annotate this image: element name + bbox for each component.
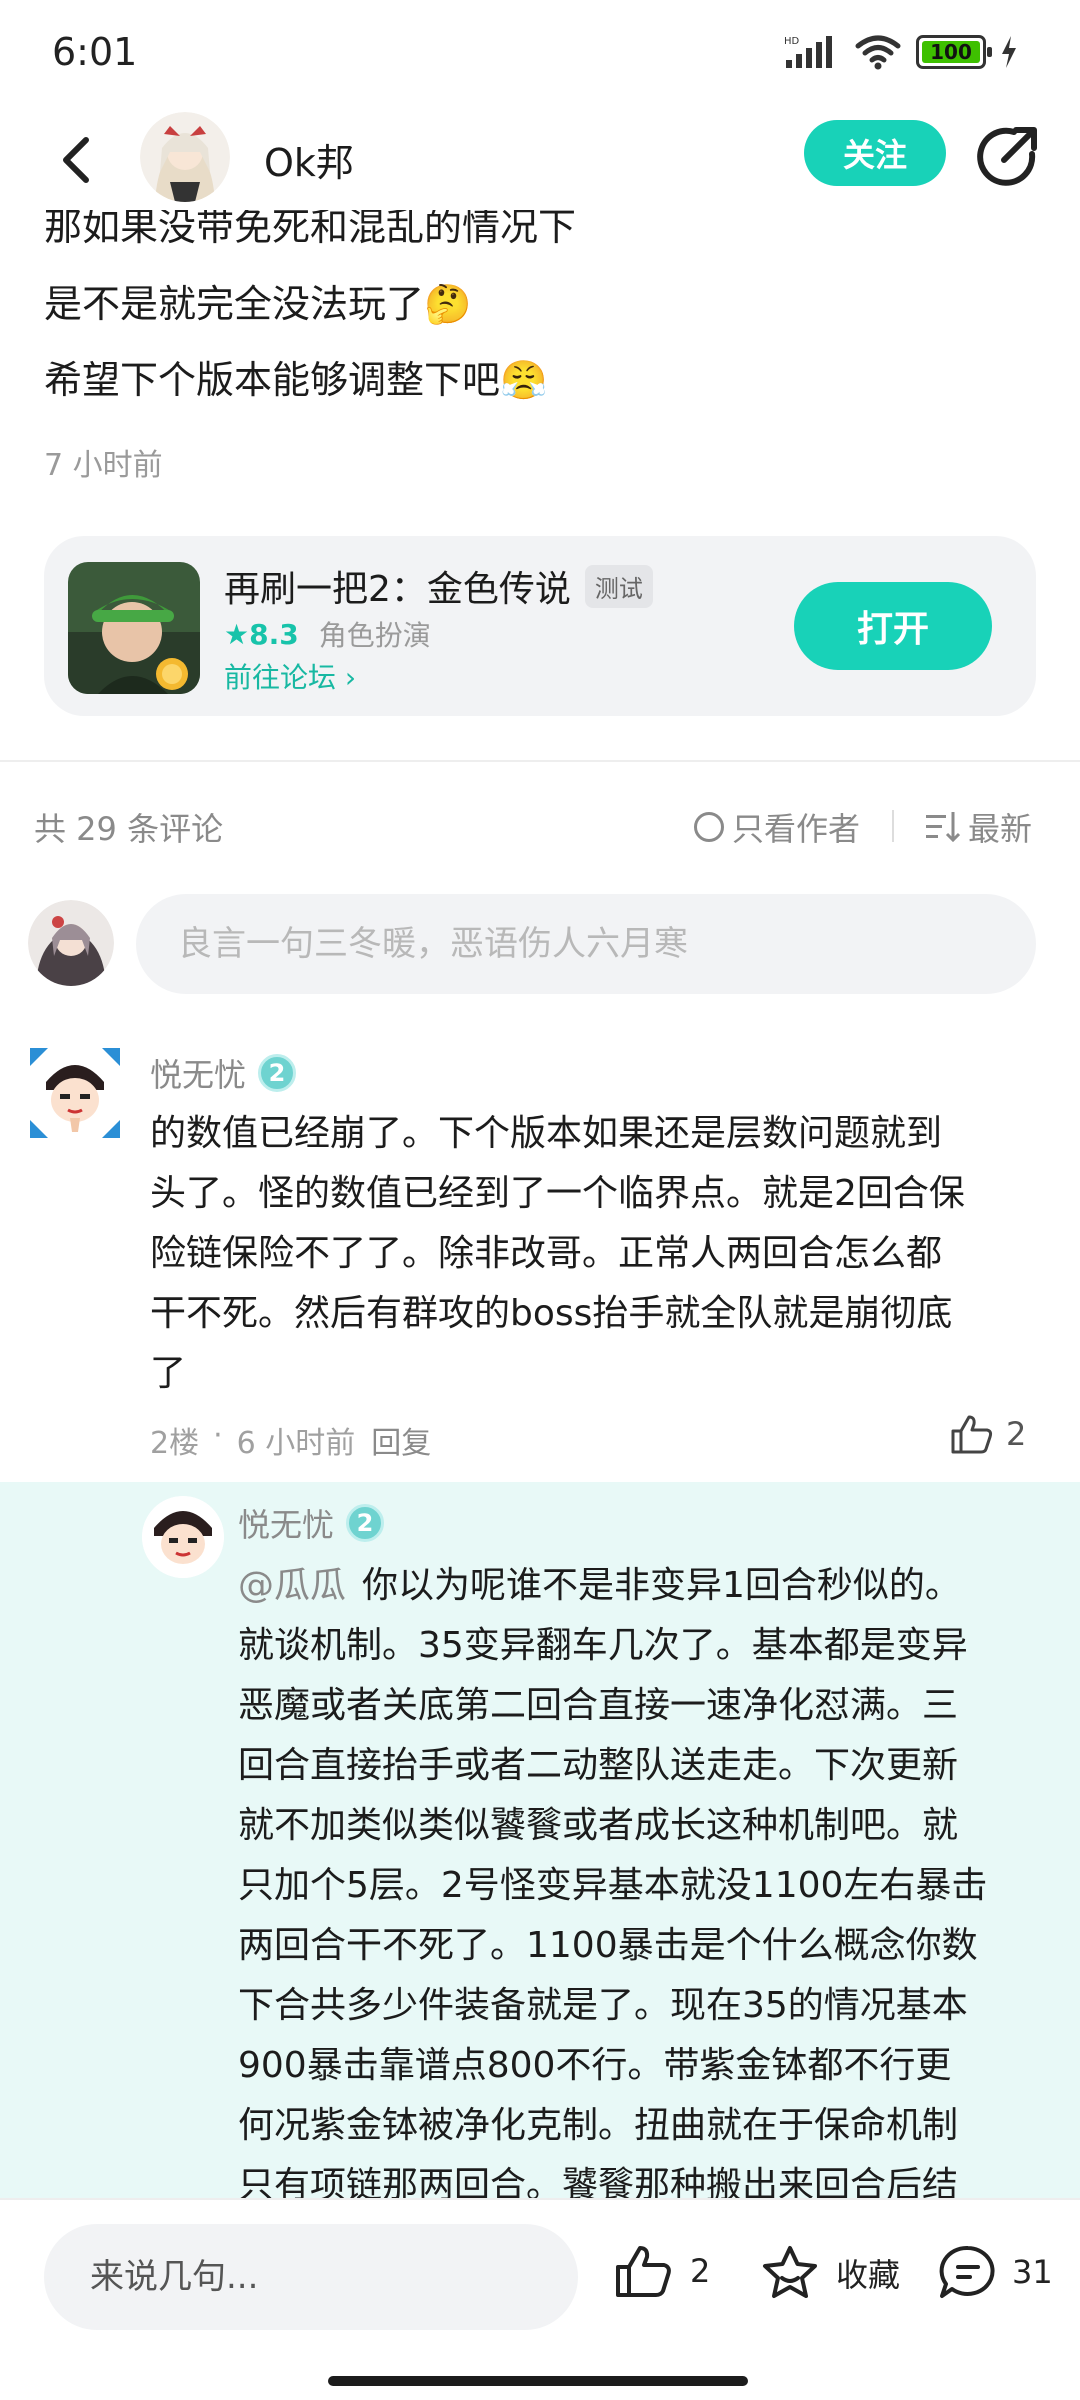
comment-like-count: 2 [1006,1415,1027,1453]
comment-line: 的数值已经崩了。下个版本如果还是层数问题就到 [150,1113,943,1154]
share-icon[interactable] [974,124,1040,190]
favorite-button[interactable]: 收藏 [760,2244,900,2302]
radio-circle-icon [694,812,724,842]
reply-line: 900暴击靠谱点800不行。带紫金钵都不行更 [238,2045,952,2086]
reply-line: 就不加类似类似饕餮或者成长这种机制吧。就 [238,1805,959,1846]
home-indicator[interactable] [328,2376,748,2386]
game-genre: 角色扮演 [318,619,431,652]
reply-line: 只有项链那两回合。饕餮那种搬出来回合后结 [238,2165,959,2200]
author-avatar[interactable] [140,112,230,202]
thumbs-up-icon [616,2246,671,2297]
replier-name[interactable]: 悦无忧 [238,1500,334,1546]
status-bar: 6:01 HD 100 [0,0,1080,110]
level-badge: 2 [258,1054,297,1092]
reply-line: 就谈机制。35变异翻车几次了。基本都是变异 [238,1625,968,1666]
reply-line: 何况紫金钵被净化克制。扭曲就在于保命机制 [238,2105,959,2146]
post-content: 那如果没带免死和混乱的情况下 是不是就完全没法玩了🤔 希望下个版本能够调整下吧😤 [44,190,1034,418]
comment-meta: 2楼 · 6 小时前 回复 [150,1418,431,1462]
post-like-button[interactable]: 2 [614,2244,710,2298]
game-title-row: 再刷一把2：金色传说 测试 [224,560,653,612]
bottom-bar: 2 收藏 31 [0,2198,1080,2400]
reply-line: 只加个5层。2号怪变异基本就没1100左右暴击 [238,1865,988,1906]
rating-value: 8.3 [249,617,299,651]
floor-number: 2楼 [150,1426,200,1461]
comments-count: 31 [1012,2253,1053,2291]
rating: ★8.3 [224,618,299,651]
favorite-label: 收藏 [836,2256,901,2294]
comment-line: 了 [150,1353,187,1394]
thumbs-up-icon [951,1415,993,1454]
divider [0,760,1080,762]
replier-info: 悦无忧 2 [238,1500,385,1546]
comment-time: 6 小时前 [236,1426,356,1461]
bottom-comment-input[interactable] [44,2224,578,2330]
reply-line: 恶魔或者关底第二回合直接一速净化怼满。三 [238,1685,959,1726]
comments-button[interactable]: 31 [938,2244,1053,2300]
mention-link[interactable]: @瓜瓜 [238,1565,346,1606]
battery-level: 100 [930,40,972,64]
comment-line: 头了。怪的数值已经到了一个临界点。就是2回合保 [150,1173,965,1214]
comment-input[interactable] [136,894,1036,994]
sort-icon [926,812,960,842]
post-like-count: 2 [690,2252,711,2290]
test-tag: 测试 [584,564,653,608]
charging-icon [1002,36,1016,68]
star-icon [763,2246,817,2298]
only-author-toggle[interactable]: 只看作者 [694,804,860,850]
sort-label: 最新 [968,810,1033,848]
wifi-icon [855,35,901,70]
game-rating-row: ★8.3 角色扮演 [224,614,431,654]
comments-header: 共 29 条评论 只看作者 最新 [34,804,1044,854]
forum-link-label: 前往论坛 [224,661,337,694]
replier-avatar[interactable] [142,1496,224,1578]
separator [892,810,894,842]
star-icon: ★ [224,617,250,651]
level-badge: 2 [346,1504,385,1542]
reply-text: @瓜瓜 你以为呢谁不是非变异1回合秒似的。 就谈机制。35变异翻车几次了。基本都是… [238,1556,1038,2200]
svg-text:HD: HD [784,36,800,47]
reply-block: 悦无忧 2 @瓜瓜 你以为呢谁不是非变异1回合秒似的。 就谈机制。35变异翻车几次… [0,1482,1080,2200]
game-title[interactable]: 再刷一把2：金色传说 [224,560,571,612]
game-icon[interactable] [68,562,200,694]
commenter-info: 悦无忧 2 [150,1050,297,1096]
comment-count: 共 29 条评论 [34,810,224,848]
comment-line: 干不死。然后有群攻的boss抬手就全队就是崩彻底 [150,1293,953,1334]
commenter-name[interactable]: 悦无忧 [150,1050,246,1096]
reply-line: 两回合干不死了。1100暴击是个什么概念你数 [238,1925,978,1966]
follow-button[interactable]: 关注 [804,120,946,186]
status-icons: HD 100 [784,34,1018,70]
forum-link[interactable]: 前往论坛 › [224,656,356,696]
reply-line: 下合共多少件装备就是了。现在35的情况基本 [238,1985,968,2026]
post-line: 是不是就完全没法玩了🤔 [44,282,472,326]
signal-icon: HD [784,36,832,68]
reply-button[interactable]: 回复 [371,1418,431,1462]
reply-line: @瓜瓜 你以为呢谁不是非变异1回合秒似的。 [238,1556,1038,1616]
chevron-right-icon: › [344,661,357,694]
only-author-label: 只看作者 [732,810,861,848]
sort-toggle[interactable]: 最新 [926,804,1032,850]
author-name[interactable]: Ok邦 [264,132,354,187]
back-arrow-icon[interactable] [52,130,102,190]
post-header: Ok邦 关注 [0,110,1080,210]
my-avatar [28,900,114,986]
post-line: 希望下个版本能够调整下吧😤 [44,358,548,402]
comment-text: 的数值已经崩了。下个版本如果还是层数问题就到 头了。怪的数值已经到了一个临界点。… [150,1104,1030,1404]
clock: 6:01 [52,30,138,74]
post-line: 那如果没带免死和混乱的情况下 [44,208,577,246]
commenter-avatar[interactable] [30,1048,120,1138]
comment-line: 险链保险不了了。除非改哥。正常人两回合怎么都 [150,1233,943,1274]
comment-like-button[interactable]: 2 [950,1414,1026,1454]
battery-icon: 100 [916,35,992,69]
reply-line: 回合直接抬手或者二动整队送走走。下次更新 [238,1745,959,1786]
meta-dot: · [213,1418,223,1453]
comment-bubble-icon [939,2245,995,2298]
post-time: 7 小时前 [44,448,163,483]
game-card[interactable]: 再刷一把2：金色传说 测试 ★8.3 角色扮演 前往论坛 › 打开 [44,536,1036,716]
reply-first-line: 你以为呢谁不是非变异1回合秒似的。 [362,1565,961,1606]
open-game-button[interactable]: 打开 [794,582,992,670]
